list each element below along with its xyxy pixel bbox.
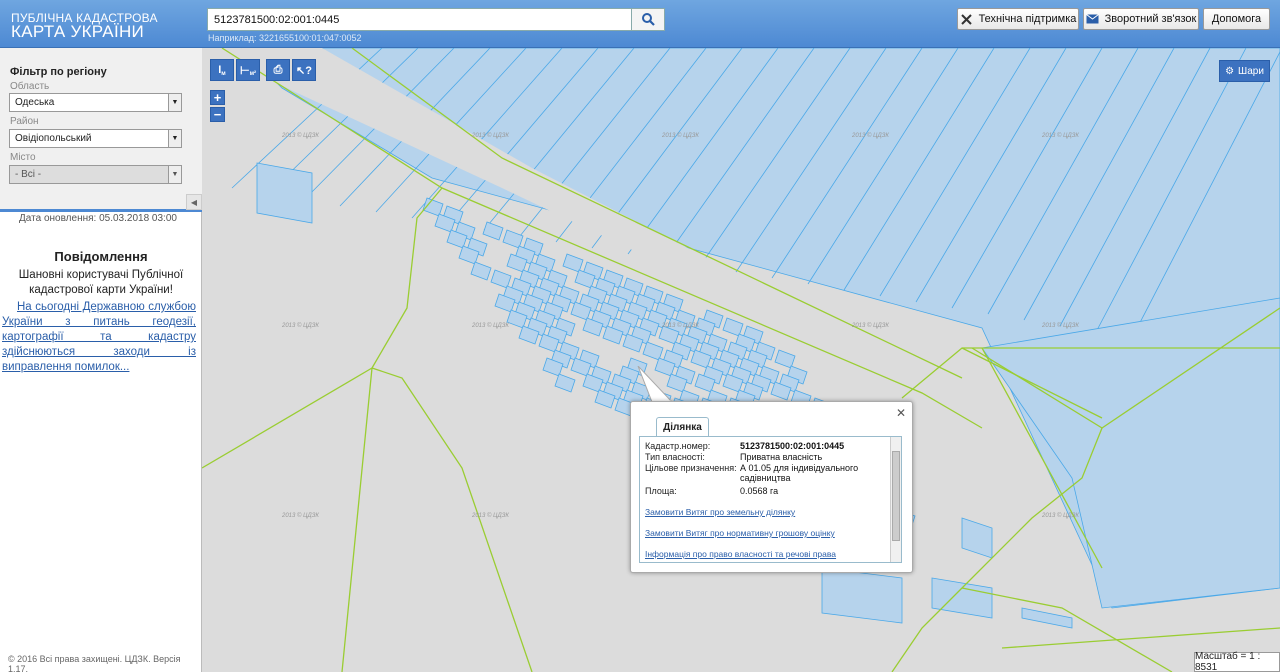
measure-distance-button[interactable]: Iм: [210, 59, 234, 81]
scrollbar-thumb[interactable]: [892, 451, 900, 541]
watermark: 2013 © ЦДЗК: [472, 133, 509, 139]
watermark: 2013 © ЦДЗК: [282, 133, 319, 139]
area-value: 0.0568 га: [740, 486, 779, 496]
chevron-left-icon: ◀: [190, 197, 198, 207]
layers-label: Шари: [1238, 65, 1264, 77]
map-layer[interactable]: [202, 48, 1280, 672]
watermark: 2013 © ЦДЗК: [472, 323, 509, 329]
order-parcel-extract-link[interactable]: Замовити Витяг про земельну ділянку: [645, 507, 795, 517]
city-select[interactable]: - Всі - ▼: [9, 165, 182, 184]
zoom-in-button[interactable]: +: [210, 90, 225, 105]
scale-indicator: Масштаб = 1 : 8531: [1194, 651, 1280, 672]
watermark: 2013 © ЦДЗК: [662, 323, 699, 329]
garden-parcel[interactable]: [722, 317, 744, 337]
update-date: Дата оновлення: 05.03.2018 03:00: [19, 213, 177, 224]
tools-icon: [960, 13, 972, 25]
garden-parcel[interactable]: [774, 349, 796, 369]
map-canvas[interactable]: 2013 © ЦДЗК 2013 © ЦДЗК 2013 © ЦДЗК 2013 © …: [202, 48, 1280, 672]
notice-link[interactable]: На сьогодні Державною службою України з …: [2, 300, 196, 375]
gear-icon: ⚙: [1225, 65, 1235, 77]
parcel-info-popup: ✕ Ділянка Кадастр.номер: 5123781500:02:00…: [630, 401, 913, 573]
garden-parcel[interactable]: [931, 577, 993, 619]
city-value: - Всі -: [15, 169, 42, 180]
ownership-info-link[interactable]: Інформація про право власності та речові…: [645, 549, 836, 559]
garden-parcel[interactable]: [256, 162, 313, 224]
identify-button[interactable]: ↖?: [292, 59, 316, 81]
feedback-label: Зворотний зв'язок: [1104, 13, 1197, 25]
area-key: Площа:: [645, 486, 677, 496]
order-valuation-extract-link[interactable]: Замовити Витяг про нормативну грошову оц…: [645, 528, 835, 538]
watermark: 2013 © ЦДЗК: [1042, 133, 1079, 139]
garden-parcel[interactable]: [821, 567, 903, 624]
watermark: 2013 © ЦДЗК: [282, 513, 319, 519]
ownership-value: Приватна власність: [740, 452, 823, 462]
ownership-key: Тип власності:: [645, 452, 705, 462]
chevron-down-icon[interactable]: ▼: [168, 130, 181, 147]
garden-parcel[interactable]: [482, 221, 504, 241]
region-select[interactable]: Одеська ▼: [9, 93, 182, 112]
notice-text: Шановні користувачі Публічної кадастрово…: [18, 269, 184, 296]
garden-parcel[interactable]: [961, 517, 993, 559]
watermark: 2013 © ЦДЗК: [472, 513, 509, 519]
cadastre-value: 5123781500:02:001:0445: [740, 441, 845, 451]
measure-area-button[interactable]: ⊢ м²: [236, 59, 260, 81]
copyright: © 2016 Всі права захищені. ЦДЗК. Версія …: [8, 654, 181, 672]
filter-title: Фільтр по регіону: [10, 66, 107, 78]
garden-parcel[interactable]: [1021, 607, 1073, 629]
region-filter: Фільтр по регіону Область Одеська ▼ Райо…: [0, 48, 202, 212]
sidebar: Фільтр по регіону Область Одеська ▼ Райо…: [0, 48, 202, 672]
print-icon: ⎙: [273, 63, 283, 76]
parcel-east-block[interactable]: [981, 297, 1280, 609]
pointer-question-icon: ↖?: [296, 64, 312, 77]
search-icon: [641, 13, 655, 26]
district-select[interactable]: Овідіопольський ▼: [9, 129, 182, 148]
watermark: 2013 © ЦДЗК: [852, 133, 889, 139]
chevron-down-icon: ▼: [168, 166, 181, 183]
search-hint: Наприклад: 3221655100:01:047:0052: [208, 33, 362, 43]
purpose-value: А 01.05 для індивідуального садівництва: [740, 463, 859, 483]
popup-body: Кадастр.номер: 5123781500:02:001:0445 Тип…: [639, 436, 902, 563]
header: ПУБЛІЧНА КАДАСТРОВА КАРТА УКРАЇНИ Наприк…: [0, 0, 1280, 48]
tab-parcel[interactable]: Ділянка: [656, 417, 709, 437]
watermark: 2013 © ЦДЗК: [1042, 323, 1079, 329]
popup-scrollbar[interactable]: [890, 437, 901, 562]
notice-title: Повідомлення: [54, 249, 148, 264]
garden-parcel[interactable]: [554, 373, 576, 393]
district-label: Район: [10, 116, 39, 127]
region-label: Область: [10, 81, 50, 92]
watermark: 2013 © ЦДЗК: [662, 133, 699, 139]
logo-title[interactable]: КАРТА УКРАЇНИ: [11, 22, 144, 42]
help-button[interactable]: Допомога: [1203, 8, 1270, 30]
popup-pointer: [637, 366, 674, 404]
help-label: Допомога: [1211, 13, 1262, 25]
watermark: 2013 © ЦДЗК: [852, 323, 889, 329]
watermark: 2013 © ЦДЗК: [282, 323, 319, 329]
region-value: Одеська: [15, 97, 55, 108]
watermark: 2013 © ЦДЗК: [1042, 513, 1079, 519]
search-button[interactable]: [631, 8, 665, 31]
garden-parcel[interactable]: [470, 261, 492, 281]
garden-parcel[interactable]: [502, 229, 524, 249]
print-button[interactable]: ⎙: [266, 59, 290, 81]
support-button[interactable]: Технічна підтримка: [957, 8, 1079, 30]
garden-parcel[interactable]: [562, 253, 584, 273]
collapse-sidebar-button[interactable]: ◀: [186, 194, 202, 210]
chevron-down-icon[interactable]: ▼: [168, 94, 181, 111]
city-label: Місто: [10, 152, 36, 163]
garden-parcel[interactable]: [642, 341, 664, 361]
district-value: Овідіопольський: [15, 133, 92, 144]
purpose-key: Цільове призначення:: [645, 463, 737, 473]
cadastre-search-input[interactable]: [207, 8, 632, 31]
cadastre-key: Кадастр.номер:: [645, 441, 711, 451]
support-label: Технічна підтримка: [978, 13, 1077, 25]
envelope-icon: [1085, 14, 1099, 24]
area-icon: ⊢: [239, 64, 250, 77]
zoom-out-button[interactable]: −: [210, 107, 225, 122]
garden-parcel[interactable]: [490, 269, 512, 289]
feedback-button[interactable]: Зворотний зв'язок: [1083, 8, 1199, 30]
layers-button[interactable]: ⚙ Шари: [1219, 60, 1270, 82]
close-popup-button[interactable]: ✕: [896, 406, 906, 420]
